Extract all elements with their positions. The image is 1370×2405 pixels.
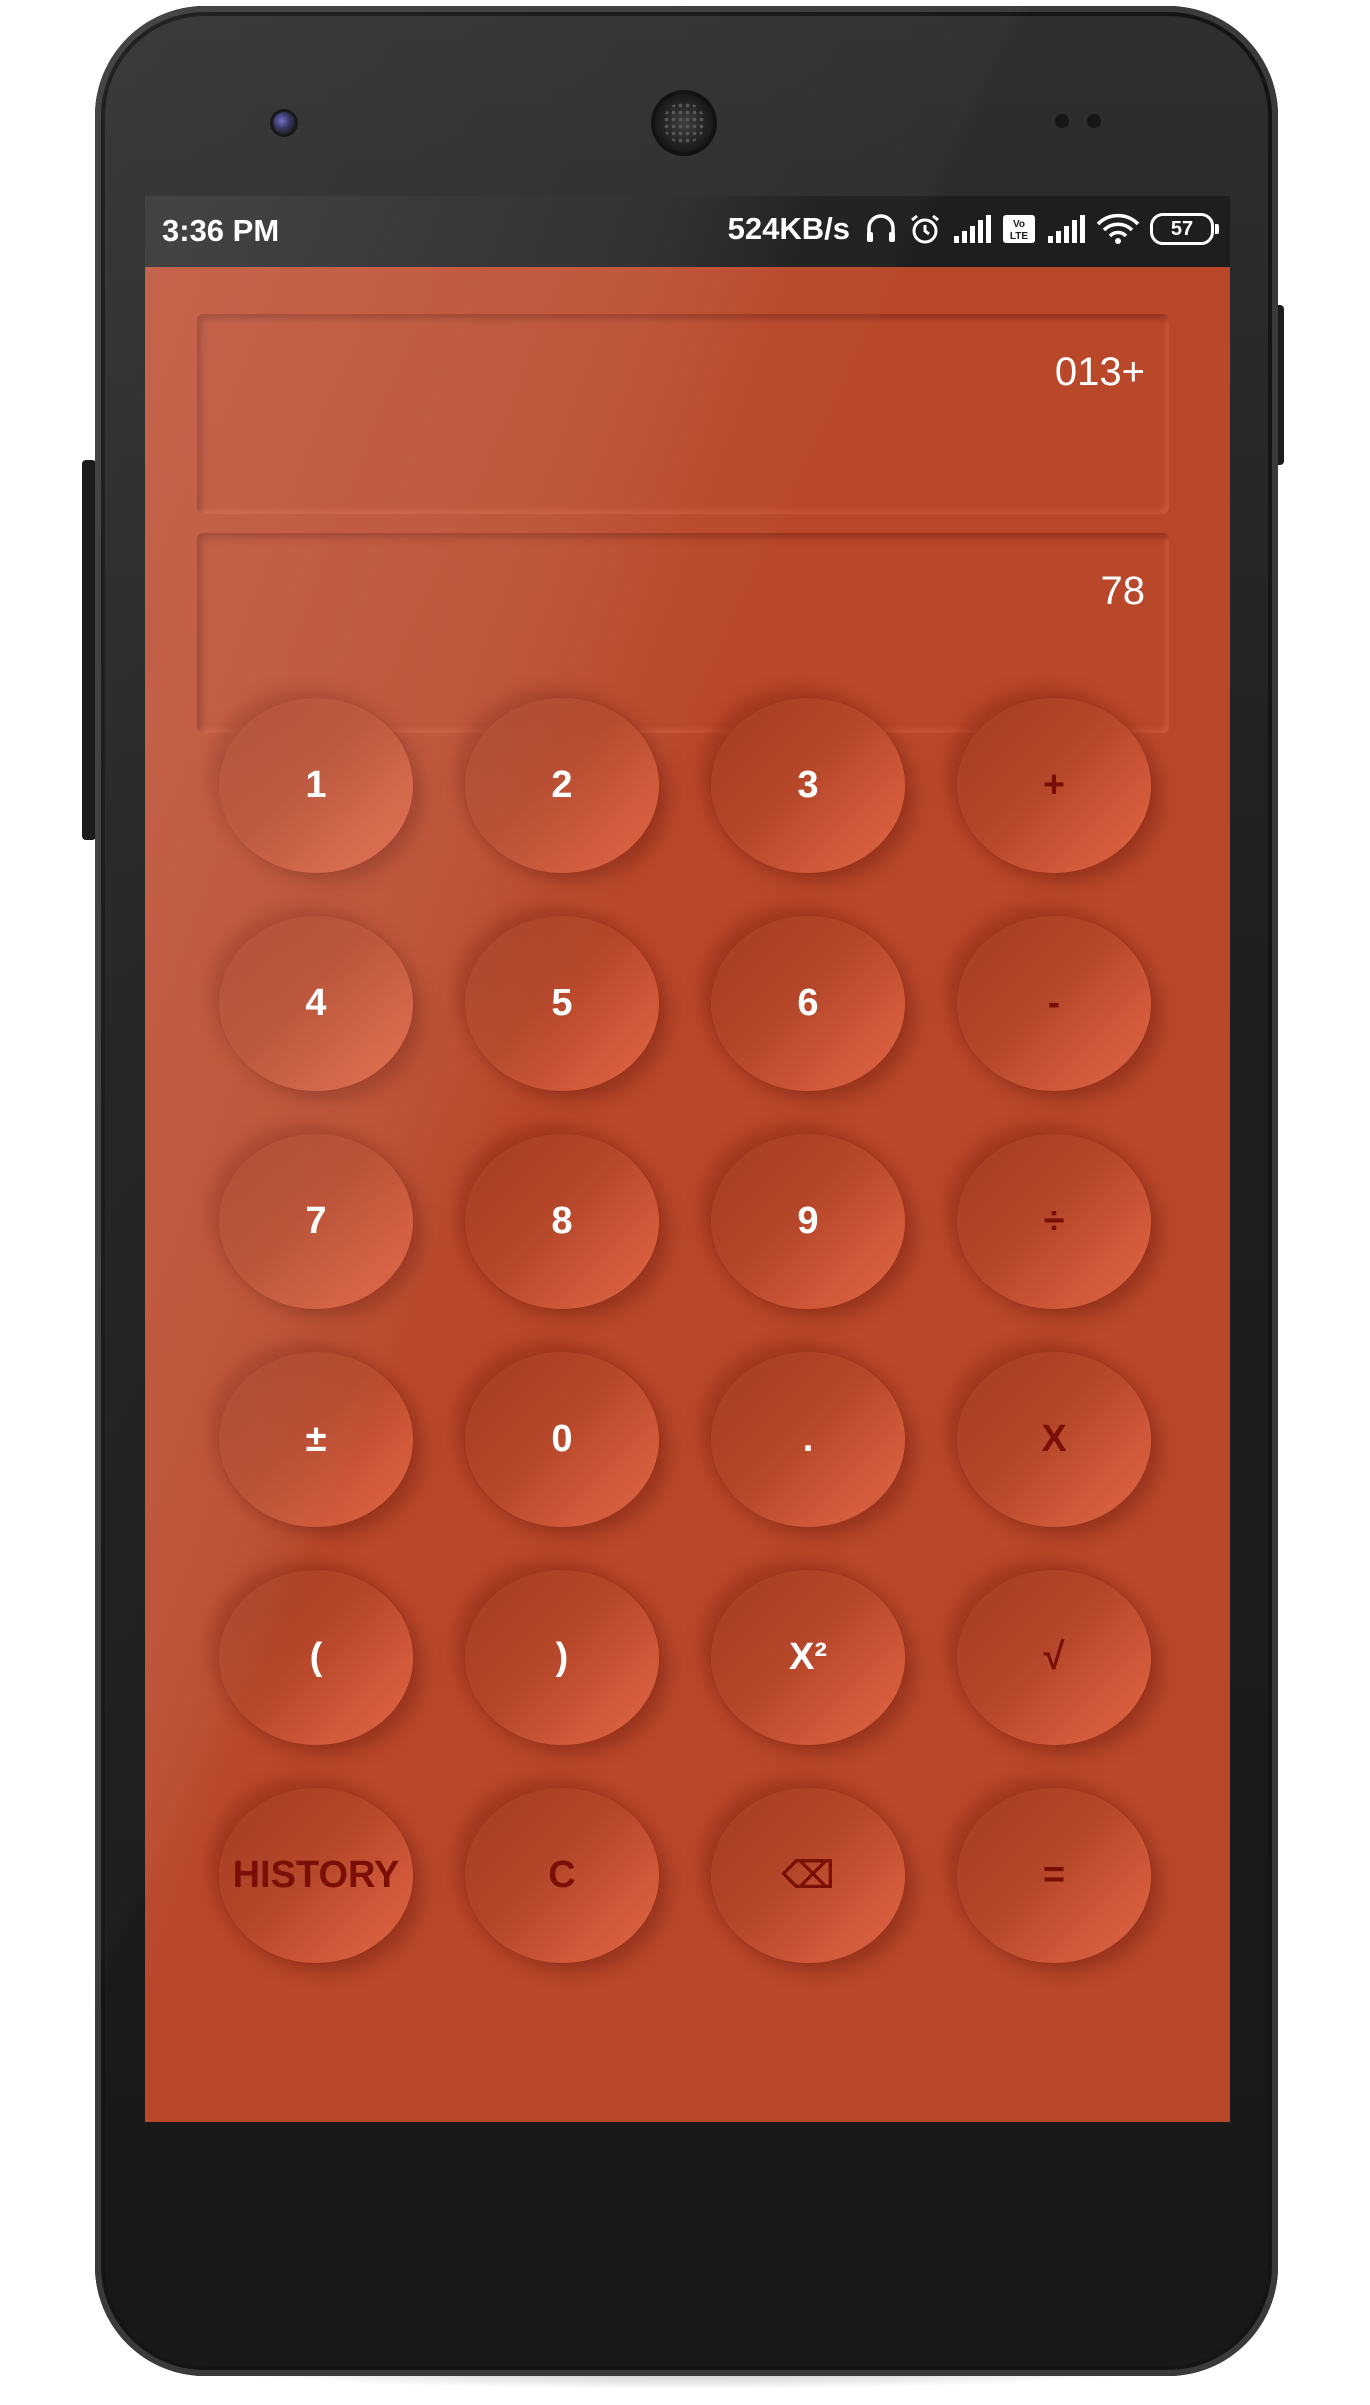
- svg-text:Vo: Vo: [1013, 219, 1025, 230]
- proximity-sensor-icon: [1055, 114, 1069, 128]
- key-label: 0: [551, 1418, 573, 1460]
- expression-display: 013+: [197, 314, 1169, 514]
- history-button[interactable]: HISTORY: [219, 1788, 413, 1963]
- key-label: ÷: [1043, 1200, 1065, 1242]
- calculator-app: 013+ 78 1 2 3 +4 5 6-7 8 9 ÷ ±0. X() X² √ HISTORY C ⌫ =: [145, 267, 1230, 2122]
- close-paren-button[interactable]: ): [465, 1570, 659, 1745]
- wifi-icon: [1096, 213, 1140, 245]
- digit-8-button[interactable]: 8: [465, 1134, 659, 1309]
- volte-icon: Vo LTE: [1002, 214, 1036, 244]
- key-label: 9: [797, 1200, 819, 1242]
- key-label: (: [309, 1636, 323, 1678]
- headphones-icon: [864, 212, 898, 246]
- digit-0-button[interactable]: 0: [465, 1352, 659, 1527]
- battery-icon: 57: [1150, 213, 1219, 245]
- backspace-button[interactable]: ⌫: [711, 1788, 905, 1963]
- status-bar: 3:36 PM 524KB/s Vo LTE 57: [145, 196, 1230, 267]
- digit-5-button[interactable]: 5: [465, 916, 659, 1091]
- key-label: 1: [305, 764, 327, 806]
- status-icons: 524KB/s Vo LTE 57: [727, 209, 1219, 249]
- digit-7-button[interactable]: 7: [219, 1134, 413, 1309]
- key-label: X: [1041, 1418, 1067, 1460]
- light-sensor-icon: [1087, 114, 1101, 128]
- key-label: 6: [797, 982, 819, 1024]
- digit-6-button[interactable]: 6: [711, 916, 905, 1091]
- clear-button[interactable]: C: [465, 1788, 659, 1963]
- key-label: -: [1047, 982, 1061, 1024]
- digit-1-button[interactable]: 1: [219, 698, 413, 873]
- digit-9-button[interactable]: 9: [711, 1134, 905, 1309]
- key-label: √: [1043, 1636, 1065, 1678]
- volume-button: [82, 460, 96, 840]
- plus-button[interactable]: +: [957, 698, 1151, 873]
- divide-button[interactable]: ÷: [957, 1134, 1151, 1309]
- network-speed: 524KB/s: [727, 211, 850, 246]
- screen: 3:36 PM 524KB/s Vo LTE 57 013+ 78 1 2 3 …: [145, 196, 1230, 2122]
- backspace-icon: ⌫: [781, 1855, 835, 1897]
- minus-button[interactable]: -: [957, 916, 1151, 1091]
- key-label: 4: [305, 982, 327, 1024]
- key-label: C: [548, 1854, 576, 1896]
- key-label: 2: [551, 764, 573, 806]
- phone-frame: 3:36 PM 524KB/s Vo LTE 57 013+ 78 1 2 3 …: [95, 6, 1278, 2376]
- open-paren-button[interactable]: (: [219, 1570, 413, 1745]
- svg-text:LTE: LTE: [1010, 231, 1028, 242]
- earpiece-speaker-icon: [655, 94, 713, 152]
- key-label: HISTORY: [232, 1854, 400, 1896]
- key-label: =: [1042, 1854, 1066, 1896]
- status-time: 3:36 PM: [162, 213, 280, 248]
- signal-icon: [952, 214, 992, 244]
- digit-4-button[interactable]: 4: [219, 916, 413, 1091]
- front-camera-icon: [273, 112, 295, 134]
- decimal-button[interactable]: .: [711, 1352, 905, 1527]
- key-label: ): [555, 1636, 569, 1678]
- key-label: +: [1042, 764, 1066, 806]
- signal-icon: [1046, 214, 1086, 244]
- stage: 3:36 PM 524KB/s Vo LTE 57 013+ 78 1 2 3 …: [0, 0, 1370, 2405]
- equals-button[interactable]: =: [957, 1788, 1151, 1963]
- key-label: .: [802, 1418, 814, 1460]
- key-label: 5: [551, 982, 573, 1024]
- result-text: 78: [1100, 569, 1146, 613]
- key-label: 7: [305, 1200, 327, 1242]
- key-label: 3: [797, 764, 819, 806]
- key-label: ±: [305, 1418, 327, 1460]
- plus-minus-button[interactable]: ±: [219, 1352, 413, 1527]
- expression-text: 013+: [1054, 350, 1145, 394]
- key-label: 8: [551, 1200, 573, 1242]
- multiply-button[interactable]: X: [957, 1352, 1151, 1527]
- digit-3-button[interactable]: 3: [711, 698, 905, 873]
- digit-2-button[interactable]: 2: [465, 698, 659, 873]
- alarm-icon: [908, 212, 942, 246]
- key-label: X²: [789, 1636, 827, 1678]
- square-button[interactable]: X²: [711, 1570, 905, 1745]
- sqrt-button[interactable]: √: [957, 1570, 1151, 1745]
